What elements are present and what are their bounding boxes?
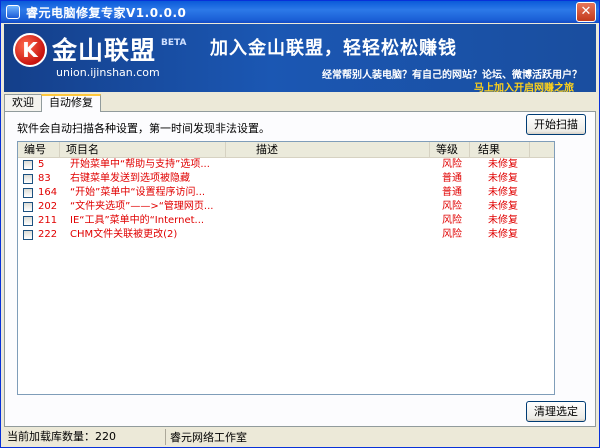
- beta-badge: BETA: [161, 38, 187, 48]
- close-button[interactable]: ✕: [576, 2, 596, 22]
- column-header-desc[interactable]: 描述: [226, 142, 430, 157]
- list-item[interactable]: 202 “文件夹选项”——>“管理网页... 风险 未修复: [18, 200, 554, 214]
- row-name: “开始”菜单中“设置程序访问...: [70, 187, 206, 198]
- row-level: 风险: [442, 215, 462, 226]
- row-checkbox[interactable]: [23, 216, 33, 226]
- row-result: 未修复: [488, 173, 518, 184]
- row-level: 普通: [442, 173, 462, 184]
- row-checkbox[interactable]: [23, 202, 33, 212]
- row-level: 风险: [442, 159, 462, 170]
- row-result: 未修复: [488, 201, 518, 212]
- issue-list[interactable]: 编号 项目名 描述 等级 结果 5 开始菜单中“帮助与支持”选项... 风险 未…: [17, 141, 555, 395]
- row-id: 222: [38, 229, 58, 240]
- row-checkbox[interactable]: [23, 230, 33, 240]
- tab-auto-repair[interactable]: 自动修复: [41, 94, 101, 112]
- tab-strip: 欢迎 自动修复: [4, 94, 101, 112]
- row-level: 风险: [442, 229, 462, 240]
- list-item[interactable]: 164 “开始”菜单中“设置程序访问... 普通 未修复: [18, 186, 554, 200]
- row-name: “文件夹选项”——>“管理网页...: [70, 201, 214, 212]
- row-checkbox[interactable]: [23, 160, 33, 170]
- row-result: 未修复: [488, 215, 518, 226]
- row-id: 5: [38, 159, 45, 170]
- row-result: 未修复: [488, 159, 518, 170]
- title-bar[interactable]: 睿元电脑修复专家V1.0.0.0 ✕: [1, 1, 599, 23]
- row-id: 211: [38, 215, 58, 226]
- column-header-result[interactable]: 结果: [470, 142, 530, 157]
- row-name: 右键菜单发送到选项被隐藏: [70, 173, 190, 184]
- row-result: 未修复: [488, 187, 518, 198]
- row-name: 开始菜单中“帮助与支持”选项...: [70, 159, 210, 170]
- status-library-count: 当前加载库数量：220: [1, 429, 166, 445]
- app-icon: [6, 5, 20, 19]
- column-header-name[interactable]: 项目名: [60, 142, 226, 157]
- logo-text: 金山联盟: [52, 36, 157, 65]
- ad-banner[interactable]: K 金山联盟 BETA union.ijinshan.com 加入金山联盟，轻轻…: [4, 24, 596, 92]
- panel-description: 软件会自动扫描各种设置，第一时间发现非法设置。: [17, 122, 270, 135]
- status-studio: 睿元网络工作室: [170, 431, 247, 444]
- list-item[interactable]: 211 IE“工具”菜单中的“Internet... 风险 未修复: [18, 214, 554, 228]
- list-header: 编号 项目名 描述 等级 结果: [18, 142, 554, 158]
- column-header-level[interactable]: 等级: [430, 142, 470, 157]
- row-result: 未修复: [488, 229, 518, 240]
- tab-welcome[interactable]: 欢迎: [4, 94, 42, 111]
- row-checkbox[interactable]: [23, 188, 33, 198]
- banner-headline: 加入金山联盟，轻轻松松赚钱: [210, 38, 457, 59]
- window-title: 睿元电脑修复专家V1.0.0.0: [26, 5, 187, 20]
- row-checkbox[interactable]: [23, 174, 33, 184]
- column-header-id[interactable]: 编号: [18, 142, 60, 157]
- auto-repair-panel: 软件会自动扫描各种设置，第一时间发现非法设置。 开始扫描 编号 项目名 描述 等…: [4, 111, 596, 427]
- app-window: 睿元电脑修复专家V1.0.0.0 ✕ K 金山联盟 BETA union.iji…: [0, 0, 600, 448]
- row-name: IE“工具”菜单中的“Internet...: [70, 215, 205, 226]
- logo-url: union.ijinshan.com: [56, 66, 160, 79]
- row-id: 164: [38, 187, 58, 198]
- kingsoft-logo-icon: K: [13, 33, 47, 67]
- clear-selected-button[interactable]: 清理选定: [526, 401, 586, 422]
- row-level: 普通: [442, 187, 462, 198]
- row-id: 202: [38, 201, 58, 212]
- row-id: 83: [38, 173, 51, 184]
- list-item[interactable]: 222 CHM文件关联被更改(2) 风险 未修复: [18, 228, 554, 242]
- list-item[interactable]: 5 开始菜单中“帮助与支持”选项... 风险 未修复: [18, 158, 554, 172]
- row-level: 风险: [442, 201, 462, 212]
- status-bar: 当前加载库数量：220 睿元网络工作室: [1, 427, 599, 447]
- list-item[interactable]: 83 右键菜单发送到选项被隐藏 普通 未修复: [18, 172, 554, 186]
- start-scan-button[interactable]: 开始扫描: [526, 114, 586, 135]
- row-name: CHM文件关联被更改(2): [70, 229, 178, 240]
- banner-cta-link[interactable]: 马上加入开启网赚之旅: [474, 79, 574, 92]
